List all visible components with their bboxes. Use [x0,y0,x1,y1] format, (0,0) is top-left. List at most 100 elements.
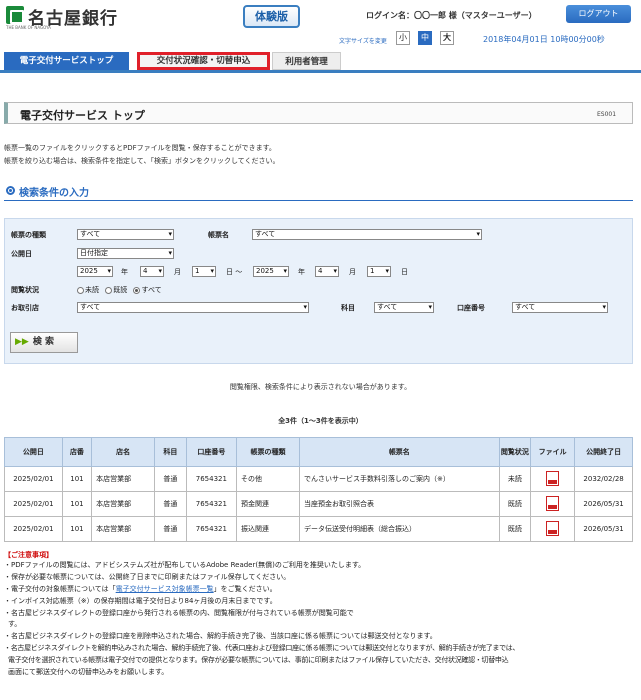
caution-line: ・インボイス対応帳票（※）の保存期間は電子交付日より84ヶ月後の月末日までです。 [4,597,277,605]
select-branch[interactable]: すべて [77,302,309,313]
column-header: 店番 [61,437,93,467]
cell-status: 既読 [498,516,532,542]
unit-month: 月 [174,268,181,276]
cell-type: 預金関連 [236,491,301,517]
font-size-large-button[interactable]: 大 [440,31,454,45]
caution-line: ・保存が必要な帳票については、公開終了日までに印刷またはファイル保存してください… [4,573,291,581]
cell-type: その他 [236,466,301,492]
current-datetime: 2018年04月01日 10時00分00秒 [483,35,605,44]
select-to-year[interactable]: 2025 [253,266,289,277]
cell-branch-name: 本店営業部 [91,491,156,517]
tab-bar: 電子交付サービストップ 交付状況確認・切替申込 利用者管理 [0,52,641,73]
table-row: 2025/02/01 101 本店営業部 普通 7654321 振込関連 データ… [4,516,633,542]
tab-user-management[interactable]: 利用者管理 [272,52,341,70]
radio-read[interactable] [105,286,113,294]
cell-subject: 普通 [154,516,187,542]
radio-unread-label: 未読 [85,286,99,294]
result-count: 全3件（1～3件を表示中） [278,417,363,425]
column-header: 公開終了日 [574,437,633,467]
unit-year: 年 [298,268,305,276]
results-table: 公開日 店番 店名 科目 口座番号 帳票の種類 帳票名 閲覧状況 ファイル 公開… [4,437,633,542]
cell-account: 7654321 [185,516,238,542]
cell-status: 未読 [498,466,532,492]
cell-end-date: 2032/02/28 [574,466,633,492]
radio-unread[interactable] [77,286,84,294]
column-header: 閲覧状況 [498,437,532,467]
login-name: ログイン名：〇〇一郎 様（マスターユーザー） [366,11,537,20]
select-type[interactable]: すべて [77,229,174,240]
caution-text: ・電子交付の対象帳票については「 [4,585,116,593]
select-from-month[interactable]: 4 [140,266,164,277]
search-button[interactable]: ▶▶ 検 索 [10,332,78,353]
pdf-file-icon[interactable] [546,520,560,536]
cell-status: 既読 [498,491,532,517]
label-branch: お取引店 [11,304,39,312]
select-date-mode[interactable]: 日付指定 [77,248,174,259]
font-size-label: 文字サイズを変更 [339,38,387,45]
cell-subject: 普通 [154,466,187,492]
radio-all[interactable] [133,286,141,294]
cell-file [530,491,576,517]
unit-year: 年 [121,268,128,276]
caution-text: 」をご覧ください。 [213,585,277,593]
caution-line: ・電子交付の対象帳票については「電子交付サービス対象帳票一覧」をご覧ください。 [4,585,636,594]
cell-date: 2025/02/01 [4,466,63,492]
unit-tilde: 日 ～ [226,268,243,276]
font-size-medium-button[interactable]: 中 [418,31,432,45]
select-account[interactable]: すべて [512,302,608,313]
visibility-note: 閲覧権限、検索条件により表示されない場合があります。 [229,383,412,391]
select-from-day[interactable]: 1 [192,266,216,277]
search-button-label: 検 索 [32,337,54,347]
label-subject: 科目 [341,304,355,312]
cell-form-name: でんさいサービス手数料引落しのご案内（※） [299,466,500,492]
logout-button[interactable]: ログアウト [566,5,631,23]
column-header: 科目 [154,437,187,467]
caution-line: す。 [8,620,22,628]
cell-branch-no: 101 [61,491,93,517]
label-type: 帳票の種類 [11,231,46,239]
select-to-day[interactable]: 1 [367,266,391,277]
table-row: 2025/02/01 101 本店営業部 普通 7654321 その他 でんさい… [4,466,633,492]
caution-title: 【ご注意事項】 [4,551,53,559]
play-arrows-icon: ▶▶ [15,337,29,347]
table-row: 2025/02/01 101 本店営業部 普通 7654321 預金関連 当座預… [4,491,633,517]
cell-account: 7654321 [185,491,238,517]
pdf-file-icon[interactable] [546,495,560,511]
cell-branch-no: 101 [61,466,93,492]
label-date: 公開日 [11,250,32,258]
section-bullet-icon [6,186,15,195]
font-size-small-button[interactable]: 小 [396,31,410,45]
tab-status-switch[interactable]: 交付状況確認・切替申込 [137,52,270,70]
select-to-month[interactable]: 4 [315,266,339,277]
cell-file [530,516,576,542]
select-subject[interactable]: すべて [374,302,434,313]
search-section-title: 検索条件の入力 [19,188,89,199]
cell-form-name: 当座預金お取引照合表 [299,491,500,517]
cell-branch-name: 本店営業部 [91,516,156,542]
description-line: 帳票を絞り込む場合は、検索条件を指定して、「検索」ボタンをクリックしてください。 [4,157,280,165]
caution-line: ・名古屋ビジネスダイレクトの登録口座を削除申込された場合、解約手続き完了後、当該… [4,632,437,640]
caution-line: 画面にて郵送交付への切替申込みをお願いします。 [8,668,169,676]
column-header: 口座番号 [185,437,238,467]
cell-date: 2025/02/01 [4,491,63,517]
tab-denshi-top[interactable]: 電子交付サービストップ [4,52,129,70]
radio-read-label: 既読 [113,286,128,294]
select-from-year[interactable]: 2025 [77,266,113,277]
cell-file [530,466,576,492]
cell-date: 2025/02/01 [4,516,63,542]
column-header: ファイル [530,437,576,467]
target-forms-link[interactable]: 電子交付サービス対象帳票一覧 [116,585,214,593]
label-name: 帳票名 [208,231,229,239]
caution-line: 電子交付を選択されている帳票は電子交付での提供となります。保存が必要な帳票につい… [8,656,509,664]
caution-line: ・PDFファイルの閲覧には、アドビシステムズ社が配布しているAdobe Read… [4,561,366,569]
radio-group-status: 未読 既読 すべて [77,285,162,295]
trial-badge: 体験版 [243,5,300,28]
unit-month: 月 [349,268,356,276]
table-header-row: 公開日 店番 店名 科目 口座番号 帳票の種類 帳票名 閲覧状況 ファイル 公開… [4,437,633,467]
description-line: 帳票一覧のファイルをクリックするとPDFファイルを閲覧・保存することができます。 [4,144,276,152]
radio-all-label: すべて [141,286,162,294]
pdf-file-icon[interactable] [546,470,560,486]
caution-line: ・名古屋ビジネスダイレクトの登録口座から発行される帳票の内、閲覧権限が付与されて… [4,609,354,617]
cell-account: 7654321 [185,466,238,492]
select-name[interactable]: すべて [252,229,482,240]
